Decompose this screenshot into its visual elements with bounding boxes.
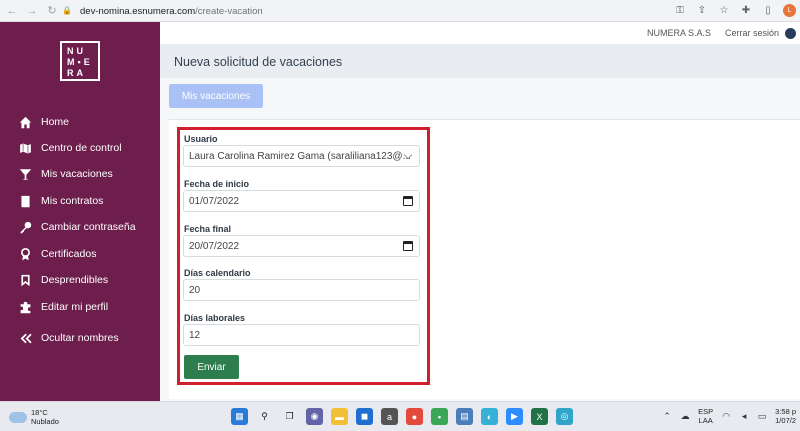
sidebar-item-label: Mis vacaciones: [41, 168, 113, 180]
search-icon[interactable]: ⚲: [256, 408, 273, 425]
map-icon: [18, 141, 32, 155]
tab-area: Mis vacaciones: [160, 78, 800, 115]
sidebar-item-label: Cambiar contraseña: [41, 221, 136, 233]
sidebar-item-home[interactable]: Home: [0, 111, 160, 133]
weather-widget[interactable]: 18°C Nublado: [9, 408, 59, 426]
mis-vacaciones-button[interactable]: Mis vacaciones: [169, 84, 263, 108]
forward-icon[interactable]: →: [24, 3, 40, 19]
double-chevron-left-icon: [18, 331, 32, 345]
sidebar-item-label: Mis contratos: [41, 195, 104, 207]
key-icon[interactable]: ⚿: [673, 3, 687, 17]
chevron-up-icon[interactable]: ⌃: [662, 411, 672, 421]
windows-taskbar: 18°C Nublado ▦ ⚲ ❐ ◉ ▬ ◼ a ● ▪ ▤ ◐ ▶ X ◎…: [0, 401, 800, 431]
store-icon[interactable]: ◼: [356, 408, 373, 425]
task-view-icon[interactable]: ❐: [281, 408, 298, 425]
user-select[interactable]: Laura Carolina Ramirez Gama (saraliliana…: [183, 145, 420, 167]
zoom-icon[interactable]: ▶: [506, 408, 523, 425]
star-icon[interactable]: ☆: [717, 3, 731, 17]
sidebar-item-mis-vacaciones[interactable]: Mis vacaciones: [0, 163, 160, 185]
back-icon[interactable]: ←: [4, 3, 20, 19]
hide-names-toggle[interactable]: Ocultar nombres: [0, 327, 160, 349]
sidebar-item-label: Centro de control: [41, 142, 122, 154]
numera-logo[interactable]: NU M▪E RA: [60, 41, 100, 81]
cloud-icon: [9, 411, 27, 423]
weather-temp: 18°C: [31, 408, 48, 417]
url-host: dev-nomina.esnumera.com: [80, 5, 196, 17]
extensions-icon[interactable]: ✚: [739, 3, 753, 17]
lock-icon: 🔒: [62, 6, 72, 15]
sidebar-item-label: Ocultar nombres: [41, 332, 119, 344]
excel-icon[interactable]: X: [531, 408, 548, 425]
language-indicator[interactable]: ESP LAA: [698, 407, 713, 425]
sidebar-item-desprendibles[interactable]: Desprendibles: [0, 269, 160, 291]
book-icon: [18, 194, 32, 208]
cloud-sync-icon[interactable]: ☁: [680, 411, 690, 421]
clock[interactable]: 3:58 p 1/07/2: [775, 407, 796, 425]
sidebar-item-label: Desprendibles: [41, 274, 109, 286]
wifi-icon[interactable]: ◠: [721, 411, 731, 421]
end-date-label: Fecha final: [184, 224, 232, 234]
start-date-input[interactable]: 01/07/2022: [183, 190, 420, 212]
top-bar: NUMERA S.A.S Cerrar sesión: [160, 22, 800, 44]
reload-icon[interactable]: ↻: [44, 3, 60, 19]
sidebar-item-label: Certificados: [41, 248, 97, 260]
app-icon[interactable]: ▪: [431, 408, 448, 425]
sidebar-item-centro-de-control[interactable]: Centro de control: [0, 137, 160, 159]
sidebar-item-label: Home: [41, 116, 70, 128]
puzzle-icon: [18, 300, 32, 314]
volume-icon[interactable]: ◂: [739, 411, 749, 421]
company-name: NUMERA S.A.S: [646, 28, 711, 38]
calendar-days-value: 20: [189, 284, 201, 296]
photos-icon[interactable]: ◐: [481, 408, 498, 425]
end-date-value: 20/07/2022: [189, 240, 240, 252]
calculator-icon[interactable]: ▤: [456, 408, 473, 425]
user-icon[interactable]: [785, 27, 796, 39]
browser-icon[interactable]: ◎: [556, 408, 573, 425]
working-days-value: 12: [189, 329, 201, 341]
cocktail-icon: [18, 167, 32, 181]
calendar-days-label: Días calendario: [184, 268, 251, 278]
bookmark-icon: [18, 273, 32, 287]
working-days-input[interactable]: 12: [183, 324, 420, 346]
start-date-label: Fecha de inicio: [184, 179, 250, 189]
battery-icon[interactable]: ▭: [757, 411, 767, 421]
end-date-input[interactable]: 20/07/2022: [183, 235, 420, 257]
chrome-icon[interactable]: ●: [406, 408, 423, 425]
amazon-icon[interactable]: a: [381, 408, 398, 425]
chat-icon[interactable]: ◉: [306, 408, 323, 425]
submit-button[interactable]: Enviar: [184, 355, 239, 379]
calendar-icon[interactable]: [403, 241, 413, 251]
page-title: Nueva solicitud de vacaciones: [160, 44, 800, 78]
sidebar-item-label: Editar mi perfil: [41, 301, 109, 313]
calendar-icon[interactable]: [403, 196, 413, 206]
home-icon: [18, 115, 32, 129]
sidepanel-icon[interactable]: ▯: [761, 3, 775, 17]
sidebar-item-mis-contratos[interactable]: Mis contratos: [0, 190, 160, 212]
user-label: Usuario: [184, 134, 218, 144]
sidebar-item-editar-mi-perfil[interactable]: Editar mi perfil: [0, 296, 160, 318]
file-explorer-icon[interactable]: ▬: [331, 408, 348, 425]
url-path: /create-vacation: [195, 5, 263, 17]
working-days-label: Días laborales: [184, 313, 246, 323]
sidebar-item-certificados[interactable]: Certificados: [0, 243, 160, 265]
address-bar[interactable]: 🔒 dev-nomina.esnumera.com/create-vacatio…: [62, 3, 622, 19]
weather-desc: Nublado: [31, 417, 59, 426]
logout-link[interactable]: Cerrar sesión: [725, 28, 779, 38]
key-icon: [18, 220, 32, 234]
start-date-value: 01/07/2022: [189, 195, 240, 207]
browser-toolbar: ← → ↻ 🔒 dev-nomina.esnumera.com/create-v…: [0, 0, 800, 22]
sidebar-item-cambiar-contrasena[interactable]: Cambiar contraseña: [0, 216, 160, 238]
share-icon[interactable]: ⇪: [695, 3, 709, 17]
calendar-days-input[interactable]: 20: [183, 279, 420, 301]
award-icon: [18, 247, 32, 261]
user-select-value: Laura Carolina Ramirez Gama (saraliliana…: [189, 150, 411, 162]
windows-start-icon[interactable]: ▦: [231, 408, 248, 425]
profile-avatar[interactable]: L: [783, 3, 796, 17]
